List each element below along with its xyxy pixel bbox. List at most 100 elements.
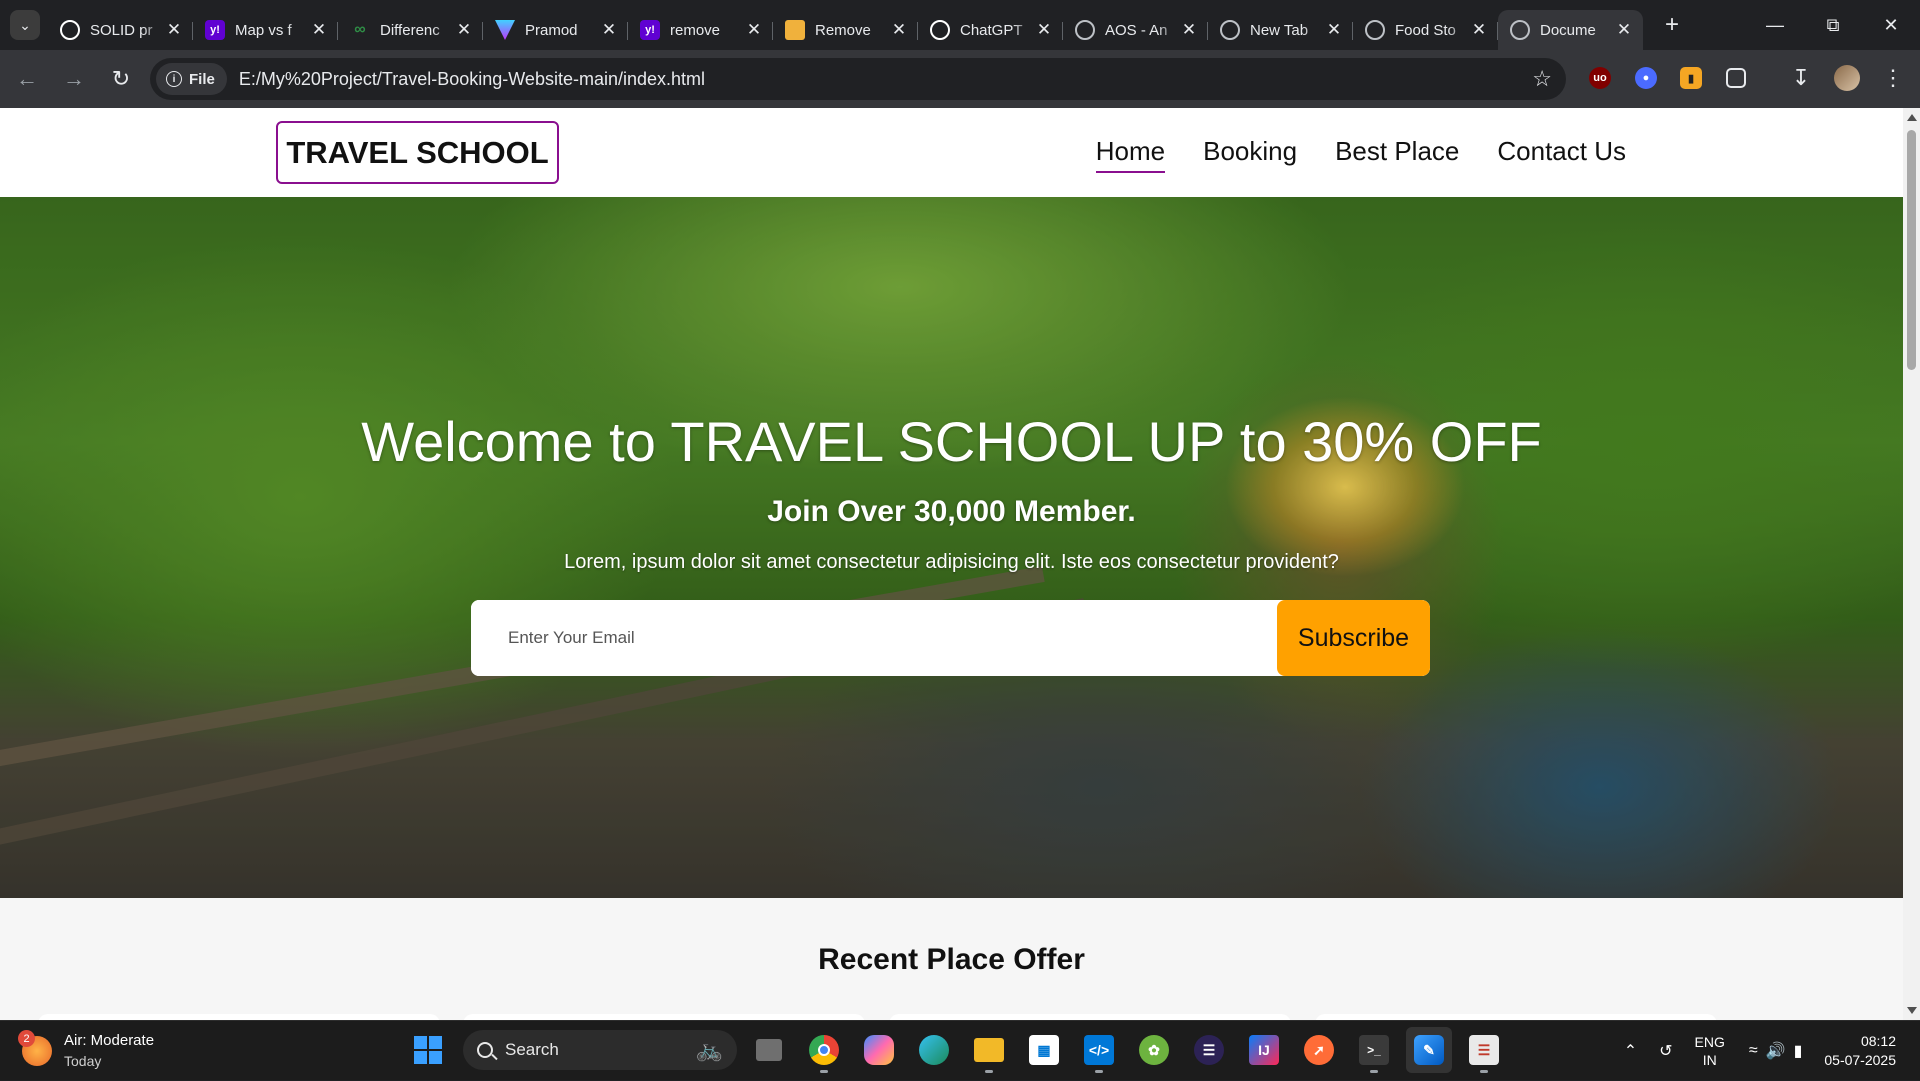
chevron-down-icon: ⌄ xyxy=(19,16,31,33)
close-icon[interactable]: ✕ xyxy=(600,20,618,40)
eclipse-icon[interactable]: ☰ xyxy=(1186,1027,1232,1073)
tab-search-button[interactable]: ⌄ xyxy=(10,10,40,40)
ghost-extension-icon[interactable]: ● xyxy=(1628,60,1664,96)
sync-icon[interactable]: ↺ xyxy=(1659,1041,1672,1061)
browser-tab[interactable]: Pramod ✕ xyxy=(483,10,628,50)
ublock-extension-icon[interactable]: uo xyxy=(1582,60,1618,96)
nav-home-link[interactable]: Home xyxy=(1095,136,1166,173)
copilot-icon[interactable] xyxy=(856,1027,902,1073)
minimize-button[interactable]: — xyxy=(1746,0,1804,50)
taskbar-apps: Search 🚲 ▦ </> ✿ ☰ IJ ➚ >_ ✎ ☰ xyxy=(405,1027,1507,1073)
close-icon[interactable]: ✕ xyxy=(165,20,183,40)
new-tab-button[interactable]: + xyxy=(1657,10,1687,40)
intellij-icon[interactable]: IJ xyxy=(1241,1027,1287,1073)
close-icon[interactable]: ✕ xyxy=(1325,20,1343,40)
site-info-chip[interactable]: i File xyxy=(156,63,227,95)
close-icon[interactable]: ✕ xyxy=(310,20,328,40)
nav-contact-link[interactable]: Contact Us xyxy=(1497,136,1626,173)
clock[interactable]: 08:12 05-07-2025 xyxy=(1824,1032,1896,1070)
terminal-icon[interactable]: >_ xyxy=(1351,1027,1397,1073)
extensions-puzzle-icon[interactable] xyxy=(1718,60,1754,96)
weather-widget[interactable]: 2 Air: Moderate Today xyxy=(18,1030,155,1071)
bicycle-icon: 🚲 xyxy=(695,1037,723,1062)
info-icon: i xyxy=(166,71,182,87)
hero-banner: Welcome to TRAVEL SCHOOL UP to 30% OFF J… xyxy=(0,197,1903,898)
browser-menu-icon[interactable]: ⋮ xyxy=(1875,60,1911,96)
arrow-left-icon: ← xyxy=(16,66,38,91)
back-button[interactable]: ← xyxy=(7,59,47,99)
tab-title: SOLID pr xyxy=(90,21,153,39)
clock-date: 05-07-2025 xyxy=(1824,1052,1896,1068)
close-icon[interactable]: ✕ xyxy=(890,20,908,40)
scroll-down-arrow[interactable] xyxy=(1907,1007,1917,1014)
scroll-up-arrow[interactable] xyxy=(1907,114,1917,121)
edge-icon[interactable] xyxy=(911,1027,957,1073)
browser-tab[interactable]: New Tab ✕ xyxy=(1208,10,1353,50)
bookmark-star-icon[interactable]: ☆ xyxy=(1532,66,1552,92)
vscode-icon[interactable]: </> xyxy=(1076,1027,1122,1073)
close-icon[interactable]: ✕ xyxy=(455,20,473,40)
browser-toolbar: ← → ↻ i File E:/My%20Project/Travel-Book… xyxy=(0,50,1920,108)
forward-button[interactable]: → xyxy=(54,59,94,99)
postman-icon[interactable]: ➚ xyxy=(1296,1027,1342,1073)
tab-title: Pramod xyxy=(525,21,578,39)
site-logo[interactable]: TRAVEL SCHOOL xyxy=(276,121,559,184)
email-input[interactable] xyxy=(471,600,1277,676)
tab-title: Map vs f xyxy=(235,21,292,39)
weather-title: Air: Moderate xyxy=(64,1032,155,1049)
tab-title: Docume xyxy=(1540,21,1596,39)
browser-tab[interactable]: Food Sto ✕ xyxy=(1353,10,1498,50)
browser-tab[interactable]: ChatGPT ✕ xyxy=(918,10,1063,50)
close-icon[interactable]: ✕ xyxy=(1180,20,1198,40)
browser-tab[interactable]: Docume ✕ xyxy=(1498,10,1643,50)
page-scrollbar[interactable] xyxy=(1903,108,1920,1020)
subscribe-button[interactable]: Subscribe xyxy=(1277,600,1430,676)
reload-icon: ↻ xyxy=(111,66,131,91)
profile-avatar[interactable] xyxy=(1829,60,1865,96)
nav-best-place-link[interactable]: Best Place xyxy=(1335,136,1459,173)
close-icon[interactable]: ✕ xyxy=(1035,20,1053,40)
wallet-extension-icon[interactable]: ▮ xyxy=(1673,60,1709,96)
url-text[interactable]: E:/My%20Project/Travel-Booking-Website-m… xyxy=(239,69,705,90)
tab-title: AOS - An xyxy=(1105,21,1168,39)
close-icon[interactable]: ✕ xyxy=(1470,20,1488,40)
language-indicator[interactable]: ENG IN xyxy=(1695,1033,1725,1069)
spring-icon[interactable]: ✿ xyxy=(1131,1027,1177,1073)
close-window-button[interactable]: ✕ xyxy=(1862,0,1920,50)
download-icon[interactable]: ↧ xyxy=(1783,60,1819,96)
browser-tab[interactable]: SOLID pr ✕ xyxy=(48,10,193,50)
browser-tab[interactable]: y! Map vs f ✕ xyxy=(193,10,338,50)
link-icon: ∞ xyxy=(354,21,366,38)
scroll-thumb[interactable] xyxy=(1907,130,1916,370)
clock-time: 08:12 xyxy=(1860,1033,1896,1049)
close-icon[interactable]: ✕ xyxy=(745,20,763,40)
battery-icon[interactable]: ▮ xyxy=(1794,1041,1803,1061)
task-view-icon[interactable] xyxy=(746,1027,792,1073)
close-icon[interactable]: ✕ xyxy=(1615,20,1633,40)
reload-button[interactable]: ↻ xyxy=(101,59,141,99)
subscribe-form: Subscribe xyxy=(471,600,1430,676)
section-title: Recent Place Offer xyxy=(818,943,1085,976)
address-bar[interactable]: i File E:/My%20Project/Travel-Booking-We… xyxy=(150,58,1566,100)
start-button[interactable] xyxy=(405,1027,451,1073)
restore-button[interactable]: ⧉ xyxy=(1804,0,1862,50)
browser-tab[interactable]: Remove ✕ xyxy=(773,10,918,50)
taskbar-search[interactable]: Search 🚲 xyxy=(463,1030,737,1070)
wifi-icon[interactable]: ≈ xyxy=(1749,1042,1758,1060)
yahoo-icon: y! xyxy=(205,20,225,40)
site-info-label: File xyxy=(189,70,215,88)
notepad-icon[interactable]: ☰ xyxy=(1461,1027,1507,1073)
browser-tab[interactable]: ∞ Differenc ✕ xyxy=(338,10,483,50)
ms-store-icon[interactable]: ▦ xyxy=(1021,1027,1067,1073)
browser-tab[interactable]: y! remove ✕ xyxy=(628,10,773,50)
chevron-up-icon[interactable]: ⌃ xyxy=(1624,1041,1637,1061)
volume-icon[interactable]: 🔊 xyxy=(1766,1041,1786,1061)
snipping-tool-icon[interactable]: ✎ xyxy=(1406,1027,1452,1073)
taskbar-search-label: Search xyxy=(505,1040,559,1059)
globe-icon xyxy=(1365,20,1385,40)
file-explorer-icon[interactable] xyxy=(966,1027,1012,1073)
language-code: ENG xyxy=(1694,1034,1725,1050)
nav-booking-link[interactable]: Booking xyxy=(1203,136,1297,173)
chrome-icon[interactable] xyxy=(801,1027,847,1073)
browser-tab[interactable]: AOS - An ✕ xyxy=(1063,10,1208,50)
